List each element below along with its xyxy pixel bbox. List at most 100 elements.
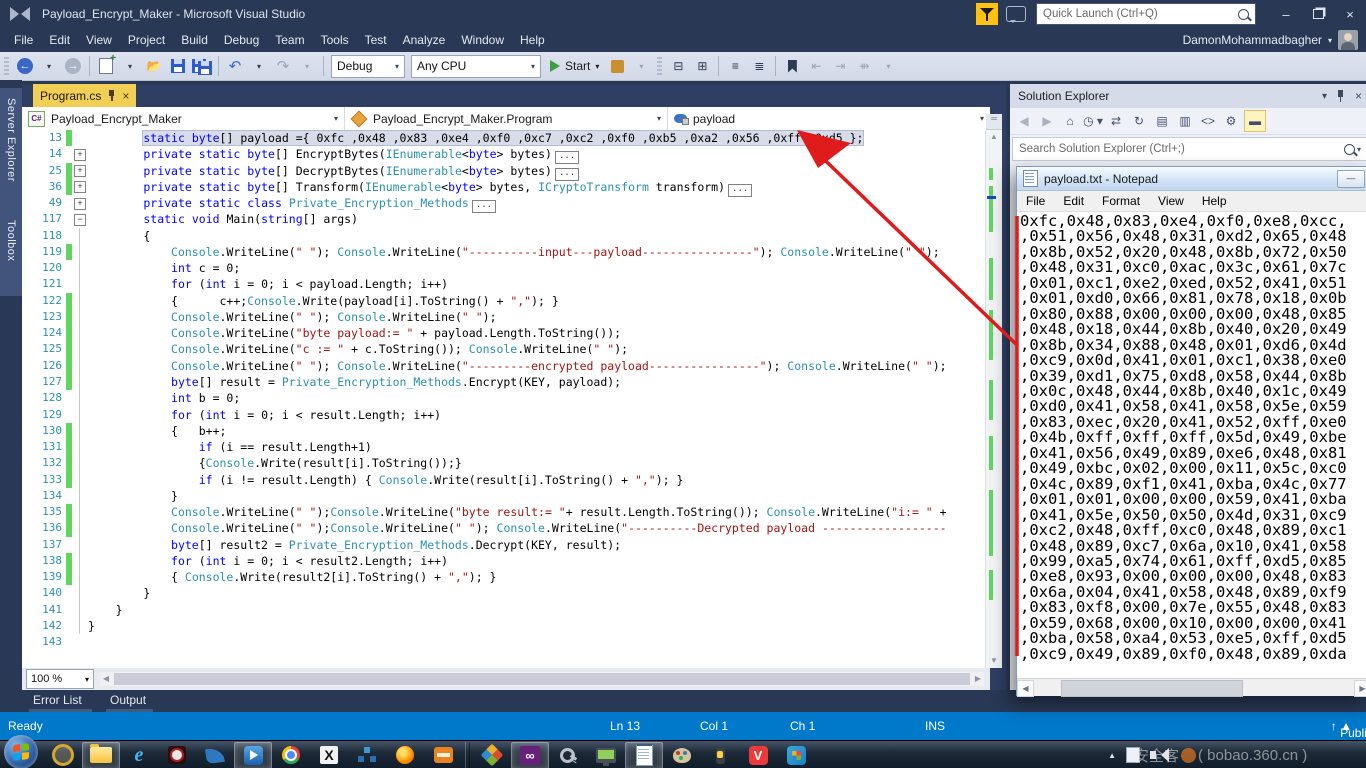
start-dropdown-icon[interactable]: ▾ [595,62,599,71]
preview-selected-items-icon[interactable]: ▬ [1244,110,1266,132]
decrease-indent-button[interactable]: ≡ [724,55,746,77]
tab-error-list[interactable]: Error List [33,693,82,707]
scroll-down-icon[interactable]: ▼ [986,654,1002,668]
save-all-button[interactable] [191,55,213,77]
menu-file[interactable]: File [6,33,41,47]
taskbar-item-lantern-app[interactable] [701,741,739,768]
next-bookmark-button[interactable]: ⇥ [829,55,851,77]
notepad-minimize-button[interactable]: — [1337,170,1365,188]
start-debug-button[interactable]: Start ▾ [550,59,599,73]
user-avatar[interactable] [1338,30,1358,50]
menu-debug[interactable]: Debug [216,33,267,47]
menu-tools[interactable]: Tools [313,33,357,47]
fold-toggle-icon[interactable]: + [74,181,86,193]
navigate-back-button[interactable]: ← [14,55,36,77]
taskbar-item-wireshark[interactable] [196,741,234,768]
taskbar-item-paint[interactable] [663,741,701,768]
redo-button[interactable]: ↷ [272,55,294,77]
editor-zoom-select[interactable]: 100 %▾ [26,669,94,689]
scroll-right-icon[interactable]: ▶ [972,672,984,686]
quick-launch-input[interactable]: Quick Launch (Ctrl+Q) [1036,3,1256,25]
type-dropdown[interactable]: Payload_Encrypt_Maker.Program▾ [345,107,668,130]
start-button[interactable] [4,735,38,768]
notepad-scroll-thumb[interactable] [1061,680,1243,697]
pin-tab-icon[interactable] [108,90,115,101]
collapse-all-descendants-icon[interactable]: ▤ [1152,111,1172,131]
code-editor-surface[interactable]: 13static byte[] payload ={ 0xfc ,0x48 ,0… [22,130,986,668]
menu-view[interactable]: View [78,33,120,47]
notepad-title-bar[interactable]: payload.txt - Notepad — [1017,167,1366,191]
previous-bookmark-button[interactable]: ⇤ [805,55,827,77]
view-code-icon[interactable]: <> [1198,111,1218,131]
toggle-bookmark-button[interactable] [781,55,803,77]
increase-indent-button[interactable]: ≣ [748,55,770,77]
menu-analyze[interactable]: Analyze [395,33,454,47]
toolbar-overflow-2-icon[interactable]: ▾ [877,55,899,77]
toolbar-grip-2[interactable] [657,57,662,75]
close-panel-icon[interactable]: × [1355,89,1362,103]
menu-edit[interactable]: Edit [41,33,78,47]
home-icon[interactable]: ⌂ [1060,111,1080,131]
taskbar-item-vivaldi[interactable]: V [739,741,777,768]
taskbar-item-windows-explorer[interactable] [82,742,120,768]
navigate-back-dropdown-icon[interactable]: ▾ [38,55,60,77]
member-dropdown[interactable]: payload▾ [668,107,990,130]
solution-explorer-search-input[interactable]: Search Solution Explorer (Ctrl+;) ▾ [1012,137,1366,161]
sidebar-tab-toolbox[interactable]: Toolbox [0,210,22,296]
notifications-flag-icon[interactable] [976,3,998,25]
publish-button[interactable]: ↑ Publish ▲ [1331,719,1352,733]
show-hidden-icons-icon[interactable]: ▲ [1108,751,1116,760]
scroll-up-icon[interactable]: ▲ [986,130,1002,144]
editor-horizontal-scrollbar[interactable]: ◀ ▶ [100,672,984,686]
notepad-horizontal-scrollbar[interactable]: ◀ ▶ [1017,678,1366,696]
pending-changes-filter-icon[interactable]: ◷ ▾ [1083,111,1103,131]
solution-configuration-select[interactable]: Debug▾ [331,55,405,78]
user-dropdown-icon[interactable]: ▾ [1328,36,1332,45]
scroll-left-icon[interactable]: ◀ [100,672,112,686]
fold-toggle-icon[interactable]: − [74,214,86,226]
solution-platform-select[interactable]: Any CPU▾ [411,55,541,78]
show-all-files-icon[interactable]: ▥ [1175,111,1195,131]
outline-collapse-button[interactable]: ⊟ [667,55,689,77]
menu-test[interactable]: Test [357,33,395,47]
panel-menu-icon[interactable]: ▾ [1322,91,1327,102]
undo-button[interactable]: ↶ [224,55,246,77]
taskbar-item-gold-ring-app[interactable] [44,741,82,768]
notepad-menu-help[interactable]: Help [1193,194,1236,208]
outline-expand-button[interactable]: ⊞ [691,55,713,77]
tab-program-cs[interactable]: Program.cs × [33,84,136,107]
taskbar-item-visual-studio-colorful[interactable] [473,741,511,768]
sidebar-tab-server-explorer[interactable]: Server Explorer [0,88,22,216]
restore-button[interactable] [1302,1,1334,27]
taskbar-item-remote-desktop[interactable] [587,741,625,768]
taskbar-item-firefox[interactable] [386,741,424,768]
notepad-menu-edit[interactable]: Edit [1054,194,1093,208]
taskbar-item-keys-tool[interactable] [549,741,587,768]
find-in-files-button[interactable] [606,55,628,77]
forward-icon[interactable]: ▶ [1037,111,1057,131]
close-tab-icon[interactable]: × [122,89,129,103]
menu-team[interactable]: Team [267,33,312,47]
toolbar-grip[interactable] [4,57,9,75]
refresh-icon[interactable]: ↻ [1129,111,1149,131]
new-file-button[interactable] [95,55,117,77]
tab-output[interactable]: Output [110,693,146,707]
fold-toggle-icon[interactable]: + [74,149,86,161]
taskbar-item-chrome[interactable] [272,741,310,768]
taskbar-item-daemon-tools[interactable] [158,741,196,768]
pin-panel-icon[interactable] [1337,90,1345,102]
taskbar-item-media-player[interactable] [234,742,272,768]
notepad-text-area[interactable]: 0xfc,0x48,0x83,0xe4,0xf0,0xe8,0xcc,,0x51… [1017,212,1366,678]
undo-dropdown-icon[interactable]: ▾ [248,55,270,77]
project-dropdown[interactable]: C# Payload_Encrypt_Maker▾ [22,107,345,130]
taskbar-item-windows-live[interactable] [777,741,815,768]
close-button[interactable]: × [1334,1,1366,27]
redo-dropdown-icon[interactable]: ▾ [296,55,318,77]
fold-toggle-icon[interactable]: + [74,165,86,177]
new-file-dropdown-icon[interactable]: ▾ [119,55,141,77]
toolbar-overflow-icon[interactable]: ▾ [630,55,652,77]
notepad-window[interactable]: payload.txt - Notepad — FileEditFormatVi… [1016,166,1366,696]
save-button[interactable] [167,55,189,77]
navigate-forward-button[interactable]: → [62,55,84,77]
notepad-menu-view[interactable]: View [1149,194,1193,208]
